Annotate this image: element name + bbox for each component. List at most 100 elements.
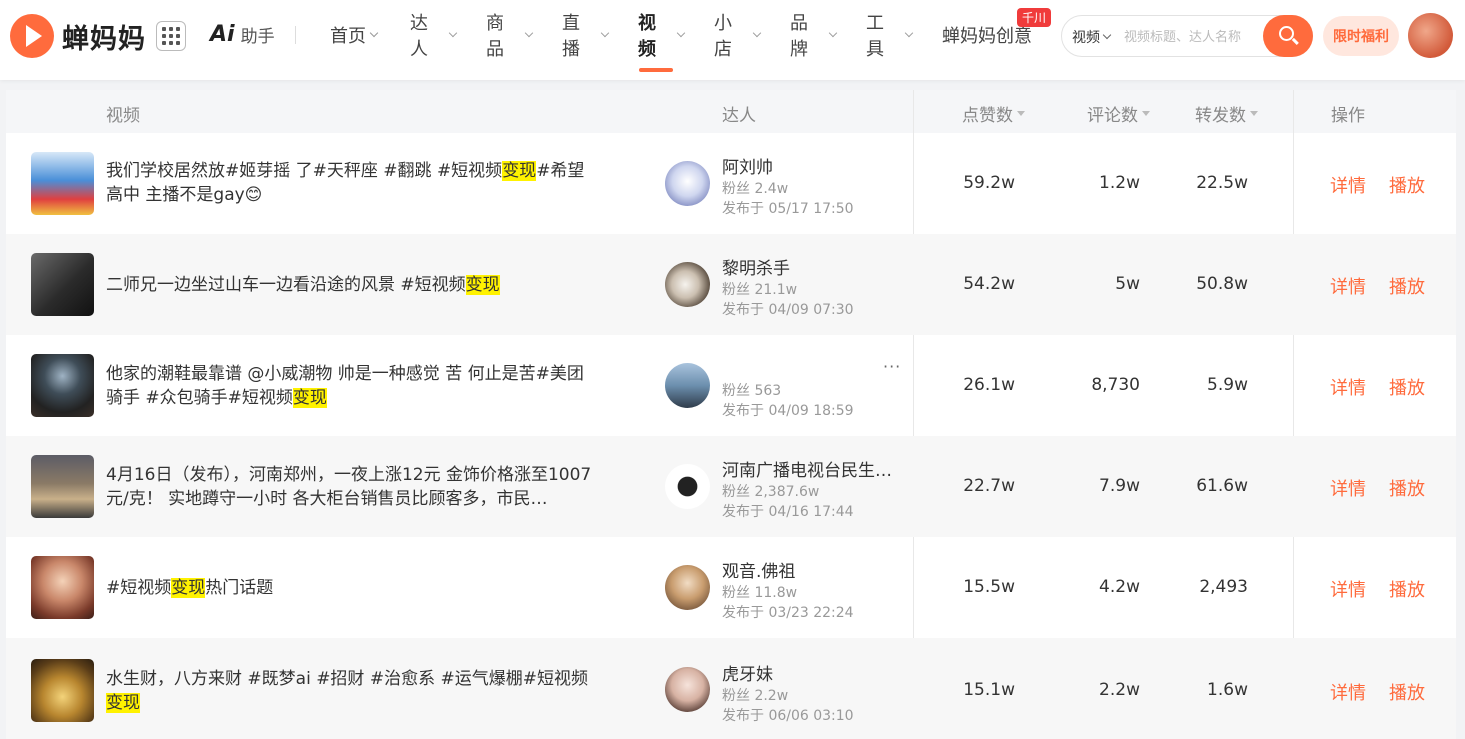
header-shares[interactable]: 转发数 — [1195, 101, 1258, 126]
table-row[interactable]: #短视频变现热门话题 观音.佛祖 粉丝 11.8w 发布于 03/23 22:2… — [6, 537, 1456, 638]
video-title[interactable]: 水生财，八方来财 #既梦ai #招财 #治愈系 #运气爆棚#短视频变现 — [106, 667, 596, 715]
chevron-down-icon — [369, 28, 379, 38]
video-thumbnail[interactable] — [31, 556, 94, 619]
creator-name[interactable]: 黎明杀手 — [722, 254, 902, 279]
user-avatar[interactable] — [1408, 13, 1453, 58]
video-thumbnail[interactable] — [31, 253, 94, 316]
play-link[interactable]: 播放 — [1389, 273, 1425, 299]
nav-home[interactable]: 首页 — [330, 0, 380, 70]
nav-brands-label: 品牌 — [790, 13, 808, 60]
comments-count: 1.2w — [1099, 173, 1140, 193]
creator-name[interactable]: 虎牙妹 — [722, 660, 902, 685]
table-row[interactable]: 他家的潮鞋最靠谱 @小威潮物 帅是一种感觉 苦 何止是苦#美团骑手 #众包骑手#… — [6, 335, 1456, 436]
comments-count: 4.2w — [1099, 577, 1140, 597]
creator-avatar[interactable] — [665, 262, 710, 307]
publish-date: 发布于 04/09 07:30 — [722, 302, 854, 318]
play-link[interactable]: 播放 — [1389, 475, 1425, 501]
header-comments[interactable]: 评论数 — [1087, 101, 1150, 126]
nav-tools-label: 工具 — [866, 13, 884, 60]
search-input[interactable] — [1124, 25, 1260, 49]
creator-name[interactable]: 阿刘帅 — [722, 153, 902, 178]
play-link[interactable]: 播放 — [1389, 576, 1425, 602]
brand-name: 蝉妈妈 — [62, 23, 146, 55]
video-title[interactable]: 二师兄一边坐过山车一边看沿途的风景 #短视频变现 — [106, 273, 596, 297]
chevron-down-icon — [752, 28, 762, 38]
video-title[interactable]: 我们学校居然放#姬芽摇 了#天秤座 #翻跳 #短视频变现#希望高中 主播不是ga… — [106, 159, 596, 207]
sort-icon — [1250, 111, 1258, 116]
keyword-highlight: 变现 — [292, 388, 327, 408]
search-scope-select[interactable]: 视频 — [1072, 27, 1112, 47]
video-title[interactable]: #短视频变现热门话题 — [106, 576, 596, 600]
nav-videos[interactable]: 视频 — [638, 0, 686, 72]
header-video: 视频 — [106, 106, 140, 126]
detail-link[interactable]: 详情 — [1330, 576, 1366, 602]
nav-live[interactable]: 直播 — [562, 0, 610, 70]
nav-brands[interactable]: 品牌 — [790, 0, 838, 70]
promo-button[interactable]: 限时福利 — [1323, 16, 1399, 56]
nav-home-label: 首页 — [330, 26, 366, 47]
play-link[interactable]: 播放 — [1389, 172, 1425, 198]
creator-avatar[interactable] — [665, 464, 710, 509]
shares-count: 61.6w — [1196, 476, 1248, 496]
nav-shop[interactable]: 小店 — [714, 0, 762, 70]
search-icon — [1279, 26, 1294, 41]
creator-avatar[interactable] — [665, 565, 710, 610]
table-row[interactable]: 水生财，八方来财 #既梦ai #招财 #治愈系 #运气爆棚#短视频变现 虎牙妹 … — [6, 638, 1456, 739]
shares-count: 50.8w — [1196, 274, 1248, 294]
creator-fans: 粉丝 21.1w — [722, 282, 798, 298]
creator-avatar[interactable] — [665, 161, 710, 206]
keyword-highlight: 变现 — [171, 578, 206, 598]
nav-products[interactable]: 商品 — [486, 0, 534, 70]
comments-count: 5w — [1115, 274, 1140, 294]
detail-link[interactable]: 详情 — [1330, 374, 1366, 400]
table-row[interactable]: 我们学校居然放#姬芽摇 了#天秤座 #翻跳 #短视频变现#希望高中 主播不是ga… — [6, 133, 1456, 234]
publish-date: 发布于 04/16 17:44 — [722, 504, 854, 520]
header-shares-label: 转发数 — [1195, 106, 1246, 126]
ai-assistant-link[interactable]: Ai 助手 — [210, 22, 275, 47]
title-text: #短视频 — [106, 578, 172, 598]
likes-count: 54.2w — [963, 274, 1015, 294]
video-thumbnail[interactable] — [31, 659, 94, 722]
detail-link[interactable]: 详情 — [1330, 679, 1366, 705]
video-title[interactable]: 4月16日（发布），河南郑州，一夜上涨12元 金饰价格涨至1007元/克！ 实地… — [106, 463, 596, 511]
video-thumbnail[interactable] — [31, 354, 94, 417]
logo-play-icon — [10, 14, 54, 58]
creator-avatar[interactable] — [665, 363, 710, 408]
creator-avatar[interactable] — [665, 667, 710, 712]
play-link[interactable]: 播放 — [1389, 374, 1425, 400]
creator-name[interactable]: 观音.佛祖 — [722, 557, 902, 582]
detail-link[interactable]: 详情 — [1330, 475, 1366, 501]
creator-fans: 粉丝 2,387.6w — [722, 484, 820, 500]
table-header: 视频 达人 点赞数 评论数 转发数 操作 — [6, 90, 1456, 133]
video-thumbnail[interactable] — [31, 455, 94, 518]
chevron-down-icon — [1102, 30, 1112, 40]
detail-link[interactable]: 详情 — [1330, 273, 1366, 299]
search-button[interactable] — [1263, 15, 1313, 57]
more-icon[interactable]: ··· — [883, 357, 901, 376]
publish-date: 发布于 03/23 22:24 — [722, 605, 854, 621]
shares-count: 5.9w — [1207, 375, 1248, 395]
header-likes[interactable]: 点赞数 — [962, 101, 1025, 126]
table-row[interactable]: 4月16日（发布），河南郑州，一夜上涨12元 金饰价格涨至1007元/克！ 实地… — [6, 436, 1456, 537]
chevron-down-icon — [448, 28, 458, 38]
brand-logo[interactable]: 蝉妈妈 — [10, 14, 146, 58]
creator-name[interactable]: 河南广播电视台民生… — [722, 456, 902, 481]
detail-link[interactable]: 详情 — [1330, 172, 1366, 198]
comments-count: 2.2w — [1099, 680, 1140, 700]
nav-live-label: 直播 — [562, 13, 580, 60]
nav-tools[interactable]: 工具 — [866, 0, 914, 70]
title-text: 他家的潮鞋最靠谱 @小威潮物 帅是一种感觉 苦 何止是苦#美团骑手 #众包骑手#… — [106, 364, 584, 408]
nav-creators[interactable]: 达人 — [410, 0, 458, 70]
chevron-down-icon — [828, 28, 838, 38]
play-link[interactable]: 播放 — [1389, 679, 1425, 705]
header-comments-label: 评论数 — [1087, 106, 1138, 126]
divider — [295, 26, 296, 44]
video-title[interactable]: 他家的潮鞋最靠谱 @小威潮物 帅是一种感觉 苦 何止是苦#美团骑手 #众包骑手#… — [106, 362, 596, 410]
video-thumbnail[interactable] — [31, 152, 94, 215]
nav-creators-label: 达人 — [410, 13, 428, 60]
apps-grid-icon[interactable] — [156, 21, 186, 51]
creator-fans: 粉丝 563 — [722, 383, 782, 399]
header-creator: 达人 — [722, 106, 756, 126]
table-row[interactable]: 二师兄一边坐过山车一边看沿途的风景 #短视频变现 黎明杀手 粉丝 21.1w 发… — [6, 234, 1456, 335]
ai-assistant-label: 助手 — [240, 27, 275, 47]
